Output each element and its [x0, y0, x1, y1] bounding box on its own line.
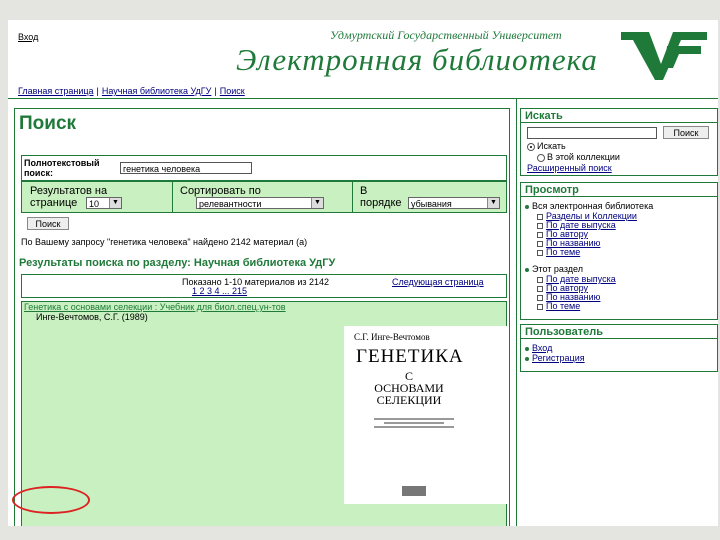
- search-input[interactable]: генетика человека: [120, 162, 252, 174]
- user-login-link[interactable]: Вход: [532, 343, 552, 353]
- university-name: Удмуртский Государственный Университет: [330, 28, 562, 42]
- main-content: Поиск Полнотекстовый поиск: генетика чел…: [14, 108, 510, 526]
- bullet-square-icon: [537, 276, 543, 283]
- bullet-square-icon: [537, 249, 543, 256]
- sidebar-browse-panel: Просмотр Вся электронная библиотека Разд…: [520, 182, 718, 320]
- browse-subject-link[interactable]: По теме: [546, 247, 580, 257]
- book-cover-text-line: [374, 426, 454, 428]
- publisher-logo-icon: [402, 486, 426, 496]
- chevron-down-icon: ▼: [311, 198, 323, 208]
- browse-section-text: Этот раздел: [532, 264, 583, 274]
- sidebar-user-heading: Пользователь: [525, 326, 604, 338]
- bullet-icon: [525, 346, 529, 351]
- browse-all-item[interactable]: По теме: [537, 248, 580, 257]
- fulltext-row: Полнотекстовый поиск: генетика человека: [21, 155, 507, 181]
- bullet-square-icon: [537, 294, 543, 301]
- found-count-text: По Вашему запросу "генетика человека" на…: [21, 237, 308, 247]
- bullet-square-icon: [537, 240, 543, 247]
- highlight-oval: [12, 486, 90, 514]
- breadcrumb-library[interactable]: Научная библиотека УдГУ: [102, 86, 212, 96]
- results-per-page-value: 10: [89, 199, 100, 209]
- book-cover-sub-3: СЕЛЕКЦИИ: [376, 393, 442, 407]
- column-divider: [516, 98, 517, 526]
- bullet-square-icon: [537, 231, 543, 238]
- bullet-icon: [525, 356, 529, 361]
- header-divider: [8, 98, 718, 99]
- browse-section-label: Этот раздел: [525, 265, 583, 274]
- bullet-square-icon: [537, 285, 543, 292]
- result-author: Инге-Вечтомов, С.Г. (1989): [36, 312, 148, 322]
- sidebar-search-input[interactable]: [527, 127, 657, 139]
- results-heading: Результаты поиска по разделу: Научная би…: [19, 257, 336, 269]
- bullet-icon: [525, 267, 529, 272]
- pager: Показано 1-10 материалов из 2142 1 2 3 4…: [21, 274, 507, 298]
- user-item[interactable]: Регистрация: [525, 354, 585, 363]
- book-cover-text-line: [384, 422, 444, 424]
- logo-icon: [621, 32, 707, 80]
- radio-section-label: В этой коллекции: [547, 152, 620, 162]
- university-logo[interactable]: [621, 30, 707, 85]
- result-title-link[interactable]: Генетика с основами селекции : Учебник д…: [24, 302, 286, 312]
- sidebar-search-button[interactable]: Поиск: [663, 126, 709, 139]
- radio-empty-icon: [537, 153, 545, 162]
- page-links[interactable]: 1 2 3 4 ... 215: [192, 286, 247, 296]
- book-cover-title: ГЕНЕТИКА: [356, 346, 464, 367]
- user-item[interactable]: Вход: [525, 344, 552, 353]
- results-per-page-cell: Результатов на странице 10 ▼: [22, 182, 173, 212]
- order-label: В порядке: [360, 185, 402, 209]
- sort-label: Сортировать по: [180, 185, 261, 197]
- radio-section[interactable]: В этой коллекции: [537, 153, 620, 162]
- breadcrumb-search[interactable]: Поиск: [220, 86, 245, 96]
- browse-section-item[interactable]: По теме: [537, 302, 580, 311]
- order-cell: В порядке убывания ▼: [352, 182, 506, 212]
- order-select[interactable]: убывания ▼: [408, 197, 500, 209]
- results-per-page-select[interactable]: 10 ▼: [86, 197, 122, 209]
- chevron-down-icon: ▼: [487, 198, 499, 208]
- browse-all-text: Вся электронная библиотека: [532, 201, 654, 211]
- sidebar-find-heading: Искать: [525, 110, 563, 122]
- page-title: Поиск: [19, 113, 77, 134]
- chevron-down-icon: ▼: [109, 198, 121, 208]
- search-button[interactable]: Поиск: [27, 217, 69, 230]
- page: Вход Удмуртский Государственный Универси…: [8, 20, 718, 526]
- sidebar-find-panel: Искать Поиск Искать В этой коллекции Рас…: [520, 108, 718, 176]
- bullet-square-icon: [537, 303, 543, 310]
- order-value: убывания: [411, 199, 452, 209]
- radio-all-label: Искать: [537, 141, 566, 151]
- radio-all[interactable]: Искать: [527, 142, 566, 151]
- sort-cell: Сортировать по релевантности ▼: [172, 182, 353, 212]
- book-cover-image[interactable]: С.Г. Инге-Вечтомов ГЕНЕТИКА С ОСНОВАМИ С…: [344, 326, 508, 504]
- book-cover-text-line: [374, 418, 454, 420]
- fulltext-label: Полнотекстовый поиск:: [24, 158, 100, 178]
- bullet-square-icon: [537, 213, 543, 220]
- next-page-link[interactable]: Следующая страница: [392, 277, 484, 287]
- search-options-row: Результатов на странице 10 ▼ Сортировать …: [21, 181, 507, 213]
- browse-all-label: Вся электронная библиотека: [525, 202, 653, 211]
- divider: [521, 122, 717, 123]
- login-link[interactable]: Вход: [18, 32, 38, 42]
- bullet-icon: [525, 204, 529, 209]
- bullet-square-icon: [537, 222, 543, 229]
- result-item: Генетика с основами селекции : Учебник д…: [21, 301, 508, 526]
- sort-select[interactable]: релевантности ▼: [196, 197, 324, 209]
- breadcrumb-home[interactable]: Главная страница: [18, 86, 94, 96]
- user-register-link[interactable]: Регистрация: [532, 353, 585, 363]
- sidebar-browse-heading: Просмотр: [525, 184, 579, 196]
- breadcrumb: Главная страница | Научная библиотека УдГУ…: [18, 86, 245, 96]
- site-title: Электронная библиотека: [236, 42, 598, 77]
- section-subject-link[interactable]: По теме: [546, 301, 580, 311]
- sort-value: релевантности: [199, 199, 262, 209]
- book-cover-author: С.Г. Инге-Вечтомов: [354, 332, 430, 342]
- divider: [521, 338, 717, 339]
- sidebar-user-panel: Пользователь Вход Регистрация: [520, 324, 718, 372]
- radio-checked-icon: [527, 142, 535, 151]
- advanced-search-link[interactable]: Расширенный поиск: [527, 164, 612, 173]
- divider: [521, 196, 717, 197]
